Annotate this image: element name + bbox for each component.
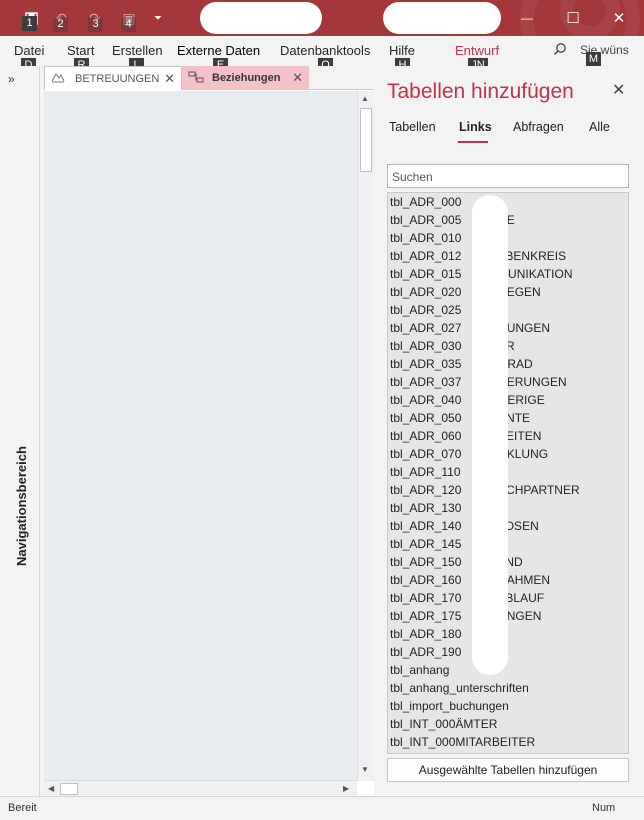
list-item[interactable]: tbl_ADR_110 N xyxy=(388,463,628,481)
list-item[interactable]: tbl_anhang xyxy=(388,661,628,679)
table-list[interactable]: tbl_ADR_000 tbl_ADR_005 NE tbl_ADR_010 tbl_… xyxy=(387,192,629,754)
pane-tab-alle[interactable]: Alle xyxy=(589,120,610,134)
status-bar: Bereit Num xyxy=(0,796,644,820)
status-text: Bereit xyxy=(8,802,37,814)
doc-tab-betreuungen[interactable]: BETREUUNGEN ✕ xyxy=(44,66,182,90)
list-item[interactable]: tbl_INT_000MITARBEITER xyxy=(388,733,628,751)
customize-dropdown-icon[interactable]: ⏷ xyxy=(147,0,169,36)
document-tab-bar: BETREUUNGEN ✕ Beziehungen ✕ xyxy=(44,66,374,90)
list-item[interactable]: tbl_import_buchungen xyxy=(388,697,628,715)
close-tab-icon[interactable]: ✕ xyxy=(164,71,175,87)
doc-tab-label: BETREUUNGEN xyxy=(75,72,160,85)
doc-tab-beziehungen[interactable]: Beziehungen ✕ xyxy=(182,66,309,90)
list-item[interactable]: tbl_ADR_027 UUNGEN xyxy=(388,319,628,337)
list-item[interactable]: tbl_ADR_060 KEITEN xyxy=(388,427,628,445)
scroll-thumb[interactable] xyxy=(360,108,372,172)
list-item[interactable]: tbl_ADR_005 NE xyxy=(388,211,628,229)
relationships-canvas[interactable] xyxy=(44,91,357,781)
list-item[interactable]: tbl_ADR_160 NAHMEN xyxy=(388,571,628,589)
list-item[interactable]: tbl_ADR_120 ECHPARTNER xyxy=(388,481,628,499)
tab-datenbanktools[interactable]: Datenbanktools xyxy=(280,43,370,58)
list-item[interactable]: tbl_ADR_040 OERIGE xyxy=(388,391,628,409)
minimize-icon[interactable]: — xyxy=(504,0,550,36)
list-item[interactable]: tbl_ADR_010 xyxy=(388,229,628,247)
keytip-3: 3 xyxy=(88,17,103,32)
keytip-4: 4 xyxy=(121,17,136,32)
close-window-icon[interactable]: ✕ xyxy=(596,0,642,36)
add-selected-tables-button[interactable]: Ausgewählte Tabellen hinzufügen xyxy=(387,758,629,782)
active-tab-indicator xyxy=(458,141,488,143)
list-item[interactable]: tbl_ADR_145 xyxy=(388,535,628,553)
list-item[interactable]: tbl_ADR_012 ABENKREIS xyxy=(388,247,628,265)
navigation-pane: » Navigationsbereich xyxy=(0,66,40,796)
navigation-pane-label[interactable]: Navigationsbereich xyxy=(14,446,29,566)
list-item[interactable]: tbl_ADR_025 T xyxy=(388,301,628,319)
tab-erstellen[interactable]: Erstellen xyxy=(112,43,163,58)
close-tab-icon[interactable]: ✕ xyxy=(292,70,303,86)
keytip-tell-me: M xyxy=(586,52,601,67)
expand-nav-icon[interactable]: » xyxy=(8,72,15,86)
pane-title: Tabellen hinzufügen xyxy=(387,80,574,103)
list-item[interactable]: tbl_ADR_035 GRAD xyxy=(388,355,628,373)
redacted-region xyxy=(472,195,508,675)
tab-entwurf[interactable]: Entwurf xyxy=(455,43,499,58)
list-item[interactable]: tbl_ADR_000 xyxy=(388,193,628,211)
vertical-scrollbar[interactable]: ▲ ▼ xyxy=(357,91,374,781)
list-item[interactable]: tbl_ADR_150 AND xyxy=(388,553,628,571)
tab-datei[interactable]: Datei xyxy=(14,43,44,58)
list-item[interactable]: tbl_ADR_180 xyxy=(388,625,628,643)
pane-tab-abfragen[interactable]: Abfragen xyxy=(513,120,564,134)
redacted-account xyxy=(383,2,501,34)
scroll-thumb[interactable] xyxy=(60,783,78,795)
list-item[interactable]: tbl_ADR_020 DEGEN xyxy=(388,283,628,301)
maximize-icon[interactable]: ☐ xyxy=(550,0,596,36)
scroll-down-icon[interactable]: ▼ xyxy=(361,765,369,774)
search-icon[interactable] xyxy=(553,42,567,59)
search-input[interactable]: Suchen xyxy=(387,164,629,188)
scroll-left-icon[interactable]: ◀ xyxy=(48,784,54,793)
list-item[interactable]: tbl_ADR_140 LOSEN xyxy=(388,517,628,535)
query-icon xyxy=(51,71,69,86)
list-item[interactable]: tbl_ADR_070 CKLUNG xyxy=(388,445,628,463)
keytip-2: 2 xyxy=(53,17,68,32)
list-item[interactable]: tbl_ADR_170 ABLAUF xyxy=(388,589,628,607)
pane-tab-links[interactable]: Links xyxy=(459,120,492,134)
list-item[interactable]: tbl_anhang_unterschriften xyxy=(388,679,628,697)
tab-start[interactable]: Start xyxy=(67,43,94,58)
document-area: BETREUUNGEN ✕ Beziehungen ✕ ▲ ▼ ◀ ▶ xyxy=(44,66,374,796)
tab-externe-daten[interactable]: Externe Daten xyxy=(177,43,260,58)
list-item[interactable]: tbl_ADR_050 ENTE xyxy=(388,409,628,427)
list-item[interactable]: tbl_ADR_130 E xyxy=(388,499,628,517)
tab-hilfe[interactable]: Hilfe xyxy=(389,43,415,58)
list-item[interactable]: tbl_ADR_030 ER xyxy=(388,337,628,355)
list-item[interactable]: tbl_ADR_015 MUNIKATION xyxy=(388,265,628,283)
list-item[interactable]: tbl_ADR_037 HERUNGEN xyxy=(388,373,628,391)
pane-tab-tabellen[interactable]: Tabellen xyxy=(389,120,436,134)
scroll-right-icon[interactable]: ▶ xyxy=(343,784,349,793)
title-bar: ↶ ↷ ▣ ⏷ 1 2 3 4 — ☐ ✕ xyxy=(0,0,644,36)
relationships-icon xyxy=(188,71,206,86)
list-item[interactable]: tbl_INT_000ÄMTER xyxy=(388,715,628,733)
num-lock-indicator: Num xyxy=(592,802,616,814)
keytip-1: 1 xyxy=(22,16,37,31)
list-item[interactable]: tbl_ADR_190 xyxy=(388,643,628,661)
ribbon-tab-bar: Datei Start Erstellen Externe Daten Date… xyxy=(0,36,644,73)
horizontal-scrollbar[interactable]: ◀ ▶ xyxy=(44,780,357,796)
doc-tab-label: Beziehungen xyxy=(212,72,281,84)
list-item[interactable]: tbl_ADR_175 UNGEN xyxy=(388,607,628,625)
add-tables-pane: Tabellen hinzufügen ✕ Tabellen Links Abf… xyxy=(376,66,644,796)
redacted-title xyxy=(200,2,322,34)
scroll-up-icon[interactable]: ▲ xyxy=(361,94,369,103)
close-pane-icon[interactable]: ✕ xyxy=(612,80,625,100)
